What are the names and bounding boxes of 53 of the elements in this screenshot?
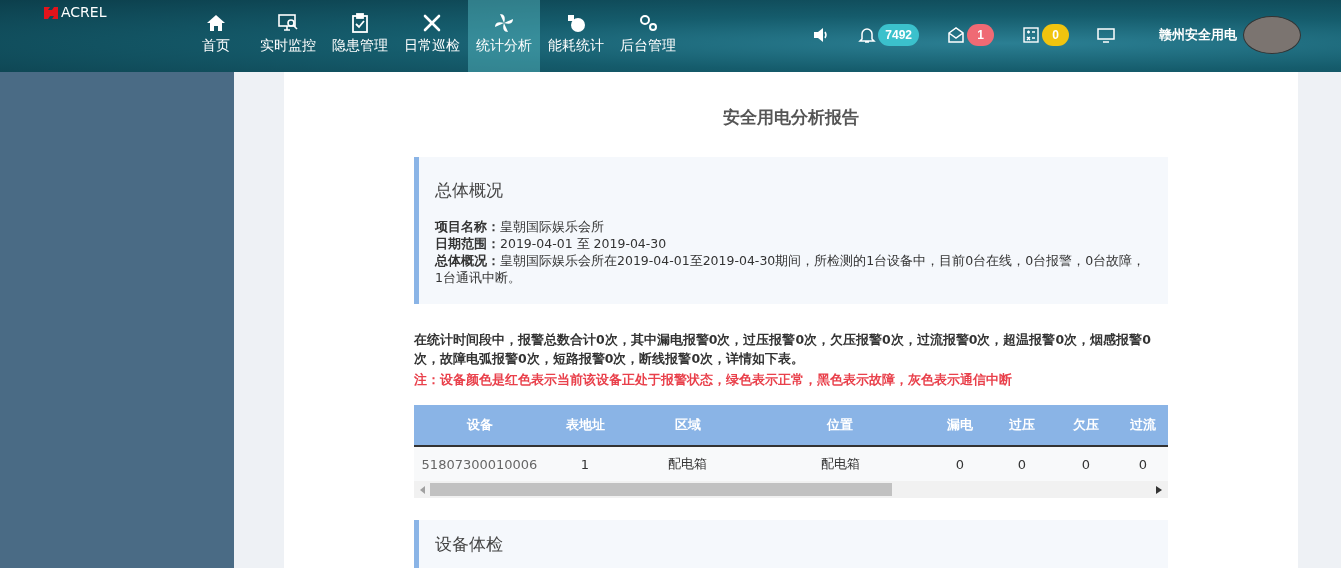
color-note: 注：设备颜色是红色表示当前该设备正处于报警状态，绿色表示正常，黑色表示故障，灰色表示通信中断	[414, 372, 1013, 389]
table-cell-text: 0	[1080, 456, 1092, 472]
column-header: 漏电	[946, 416, 974, 434]
table-cell-text: 51807300010006	[420, 456, 539, 472]
user-name[interactable]: 赣州安全用电	[1159, 26, 1237, 44]
column-header: 过流	[1129, 416, 1157, 434]
table-cell-text: 0	[1016, 456, 1028, 472]
tools-icon	[421, 12, 443, 34]
gears-icon	[637, 12, 659, 34]
logo-icon	[44, 7, 58, 19]
scroll-left-icon[interactable]	[420, 485, 426, 494]
column-header: 设备	[465, 416, 494, 434]
bell-icon	[858, 26, 877, 44]
overview-field: 日期范围：2019-04-01 至 2019-04-30	[435, 235, 1152, 252]
count-badge: 1	[967, 24, 994, 46]
nav-tab[interactable]: 后台管理	[612, 0, 684, 72]
table-cell-text: 配电箱	[819, 455, 861, 473]
column-header: 表地址	[564, 416, 606, 434]
column-header: 区域	[673, 416, 702, 434]
monitor-icon	[277, 12, 299, 34]
calculator-icon	[1022, 26, 1040, 44]
alarm-summary: 在统计时间段中，报警总数合计0次，其中漏电报警0次，过压报警0次，欠压报警0次，过流报警0次，超温报警0次，烟感报警0次，故障电弧报警0次，短路报警0次，断线报警0次，详情如下表。	[414, 331, 1152, 368]
table-cell-text: 0	[954, 456, 966, 472]
nav-tab[interactable]: 隐患管理	[324, 0, 396, 72]
pie-chart-icon	[565, 12, 587, 34]
nav-tab[interactable]: 统计分析	[468, 0, 540, 72]
nav-tab[interactable]: 能耗统计	[540, 0, 612, 72]
count-badge: 7492	[878, 24, 919, 46]
monitor-icon	[1097, 26, 1115, 44]
header-indicator[interactable]	[1097, 26, 1115, 44]
nav-tab[interactable]: 实时监控	[252, 0, 324, 72]
section-heading: 总体概况	[435, 179, 504, 202]
horizontal-scrollbar[interactable]	[414, 481, 1168, 498]
scroll-right-icon[interactable]	[1156, 485, 1162, 494]
photo-placeholder	[1243, 16, 1301, 54]
logo-text: ACREL	[61, 4, 107, 20]
house-icon	[205, 12, 227, 34]
envelope-icon	[947, 26, 965, 44]
nav-tab[interactable]: 首页	[180, 0, 252, 72]
table-cell-text: 0	[1137, 456, 1149, 472]
nav-tab[interactable]: 日常巡检	[396, 0, 468, 72]
pinwheel-icon	[493, 12, 515, 34]
table-cell-text: 1	[579, 456, 591, 472]
column-header: 过压	[1008, 416, 1036, 434]
report-title: 安全用电分析报告	[722, 106, 860, 129]
clipboard-icon	[349, 12, 371, 34]
overview-field: 总体概况：皇朝国际娱乐会所在2019-04-01至2019-04-30期间，所检测的1台设备中，目前0台在线，0台报警，0台故障，1台通讯中断。	[435, 252, 1152, 286]
section-heading: 设备体检	[435, 533, 504, 556]
column-header: 位置	[825, 416, 854, 434]
count-badge: 0	[1042, 24, 1069, 46]
table-cell-text: 配电箱	[667, 455, 708, 473]
column-header: 欠压	[1072, 416, 1100, 434]
overview-field: 项目名称：皇朝国际娱乐会所	[435, 218, 1152, 235]
